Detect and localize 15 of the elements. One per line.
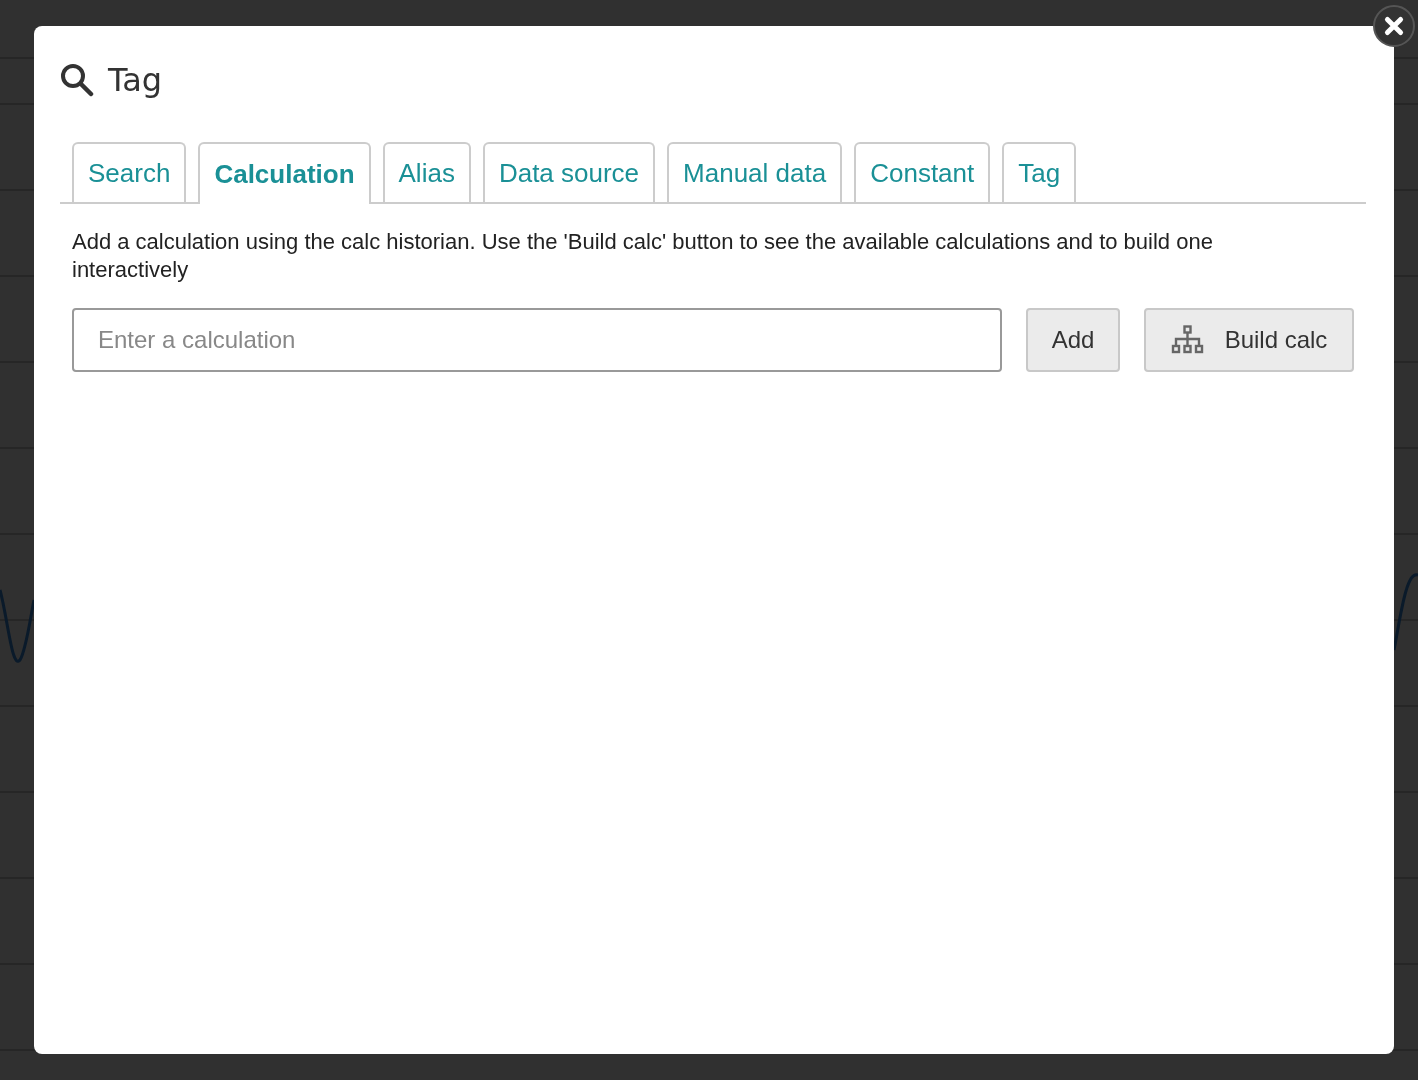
action-button[interactable]: Add	[1026, 308, 1120, 372]
tab[interactable]: Constant	[854, 142, 991, 202]
calculation-input-field[interactable]: Enter a calculation	[72, 308, 1002, 372]
close-icon	[1383, 15, 1405, 37]
tab[interactable]: Tag	[1002, 142, 1077, 202]
action-button[interactable]: Build calc	[1144, 308, 1354, 372]
tab[interactable]: Alias	[382, 142, 471, 202]
dialog-title: Tag	[108, 61, 163, 99]
search-icon	[60, 63, 94, 97]
tab[interactable]: Data source	[482, 142, 656, 202]
tab[interactable]: Calculation	[198, 142, 371, 204]
tab[interactable]: Manual data	[667, 142, 843, 202]
description-text: Add a calculation using the calc historian. Use the 'Build calc' button to see the available calculations and to build one interactively	[72, 228, 1214, 284]
hierarchy-icon	[1170, 325, 1205, 355]
tab[interactable]: Search	[72, 142, 187, 202]
